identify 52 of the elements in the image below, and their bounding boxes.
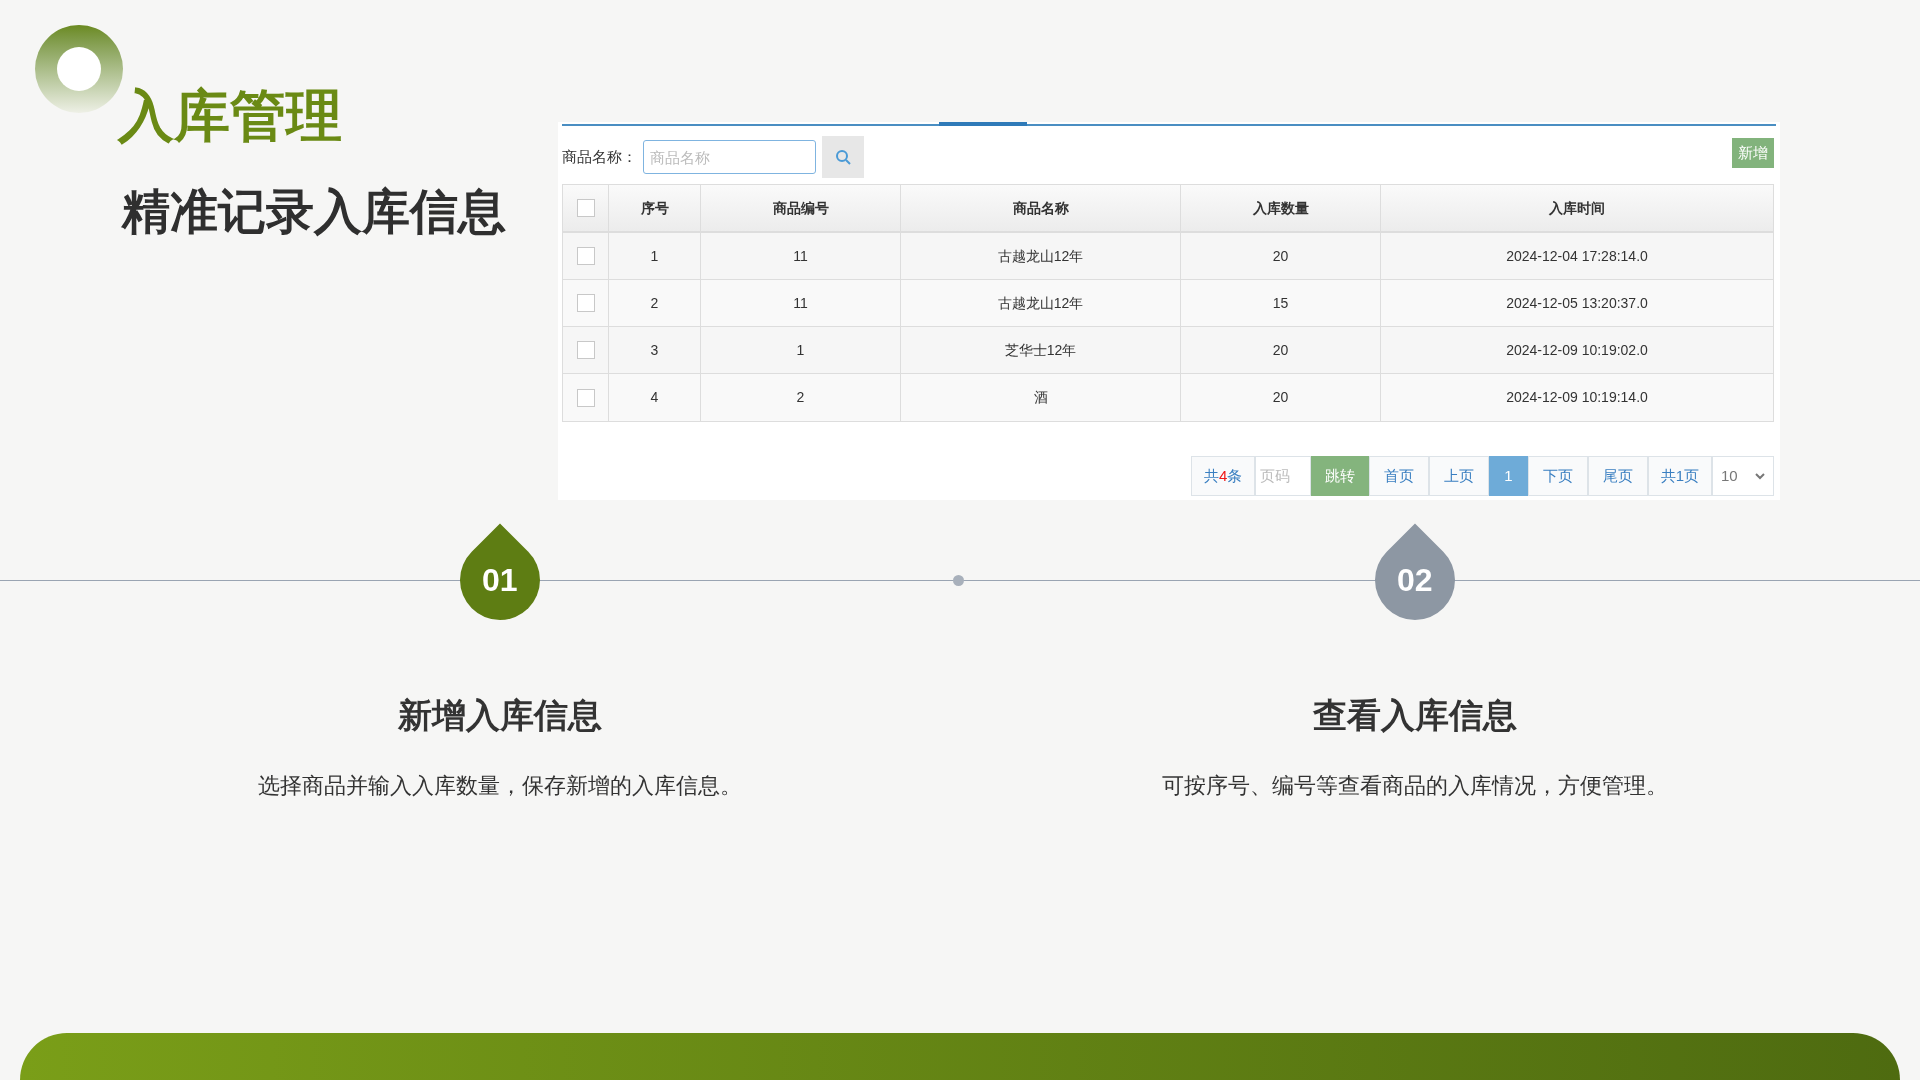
table-cell-text: 2024-12-04 17:28:14.0 [1506, 246, 1648, 266]
checkbox[interactable] [576, 199, 595, 217]
total-count: 共4条 [1190, 456, 1256, 496]
search-button[interactable] [822, 136, 864, 178]
table-cell-text: 2024-12-05 13:20:37.0 [1506, 293, 1648, 313]
table-cell-text: 2 [796, 388, 805, 407]
step-title: 新增入库信息 [398, 695, 602, 736]
checkbox[interactable] [576, 247, 595, 265]
page-button[interactable]: 下页 [1527, 456, 1588, 496]
table-cell-text: 芝华士12年 [1004, 340, 1077, 360]
table-cell-text: 11 [793, 246, 808, 266]
checkbox[interactable] [576, 294, 595, 312]
column-header: 商品名称 [1012, 198, 1069, 218]
table-cell-text: 2 [650, 293, 659, 313]
column-header: 序号 [640, 198, 669, 218]
table-cell-text: 2024-12-09 10:19:14.0 [1506, 388, 1648, 407]
step-description: 可按序号、编号等查看商品的入库情况，方便管理。 [1162, 772, 1668, 800]
go-button[interactable]: 跳转 [1311, 456, 1370, 496]
column-header: 入库时间 [1549, 198, 1605, 218]
table-cell-text: 1 [650, 246, 659, 266]
checkbox[interactable] [576, 388, 595, 407]
table-cell-text: 11 [793, 293, 808, 313]
table-cell-text: 20 [1272, 388, 1289, 407]
page-button[interactable]: 上页 [1429, 456, 1490, 496]
table-cell-text: 2024-12-09 10:19:02.0 [1506, 340, 1648, 360]
page-button[interactable]: 尾页 [1587, 456, 1648, 496]
search-icon [835, 149, 851, 165]
add-button[interactable]: 新增 [1732, 138, 1774, 168]
table-cell-text: 古越龙山12年 [997, 246, 1084, 266]
column-header: 入库数量 [1252, 198, 1309, 218]
table-cell-text: 4 [650, 388, 659, 407]
search-field[interactable]: 商品名称 [643, 140, 816, 174]
table-cell-text: 20 [1272, 340, 1289, 360]
table-cell-text: 20 [1272, 246, 1289, 266]
table-cell-text: 古越龙山12年 [997, 293, 1084, 313]
step-title: 查看入库信息 [1313, 695, 1517, 736]
step-description: 选择商品并输入入库数量，保存新增的入库信息。 [258, 772, 742, 800]
checkbox[interactable] [576, 341, 595, 359]
slide-subtitle: 精准记录入库信息 [122, 188, 506, 236]
table-cell-text: 3 [650, 340, 659, 360]
column-header: 商品编号 [772, 198, 829, 218]
page-input[interactable]: 页码 [1255, 456, 1312, 496]
page-button[interactable]: 首页 [1369, 456, 1430, 496]
chevron-down-icon [1755, 472, 1765, 480]
table-cell-text: 15 [1272, 293, 1289, 313]
page-size-select[interactable]: 10 [1712, 456, 1774, 496]
table-cell-text: 1 [796, 340, 805, 360]
slide-title: 入库管理 [118, 88, 342, 144]
table-cell-text: 酒 [1033, 388, 1048, 407]
search-label: 商品名称： [562, 146, 637, 167]
page-count: 共1页 [1647, 456, 1712, 496]
page-button[interactable]: 1 [1489, 456, 1528, 496]
